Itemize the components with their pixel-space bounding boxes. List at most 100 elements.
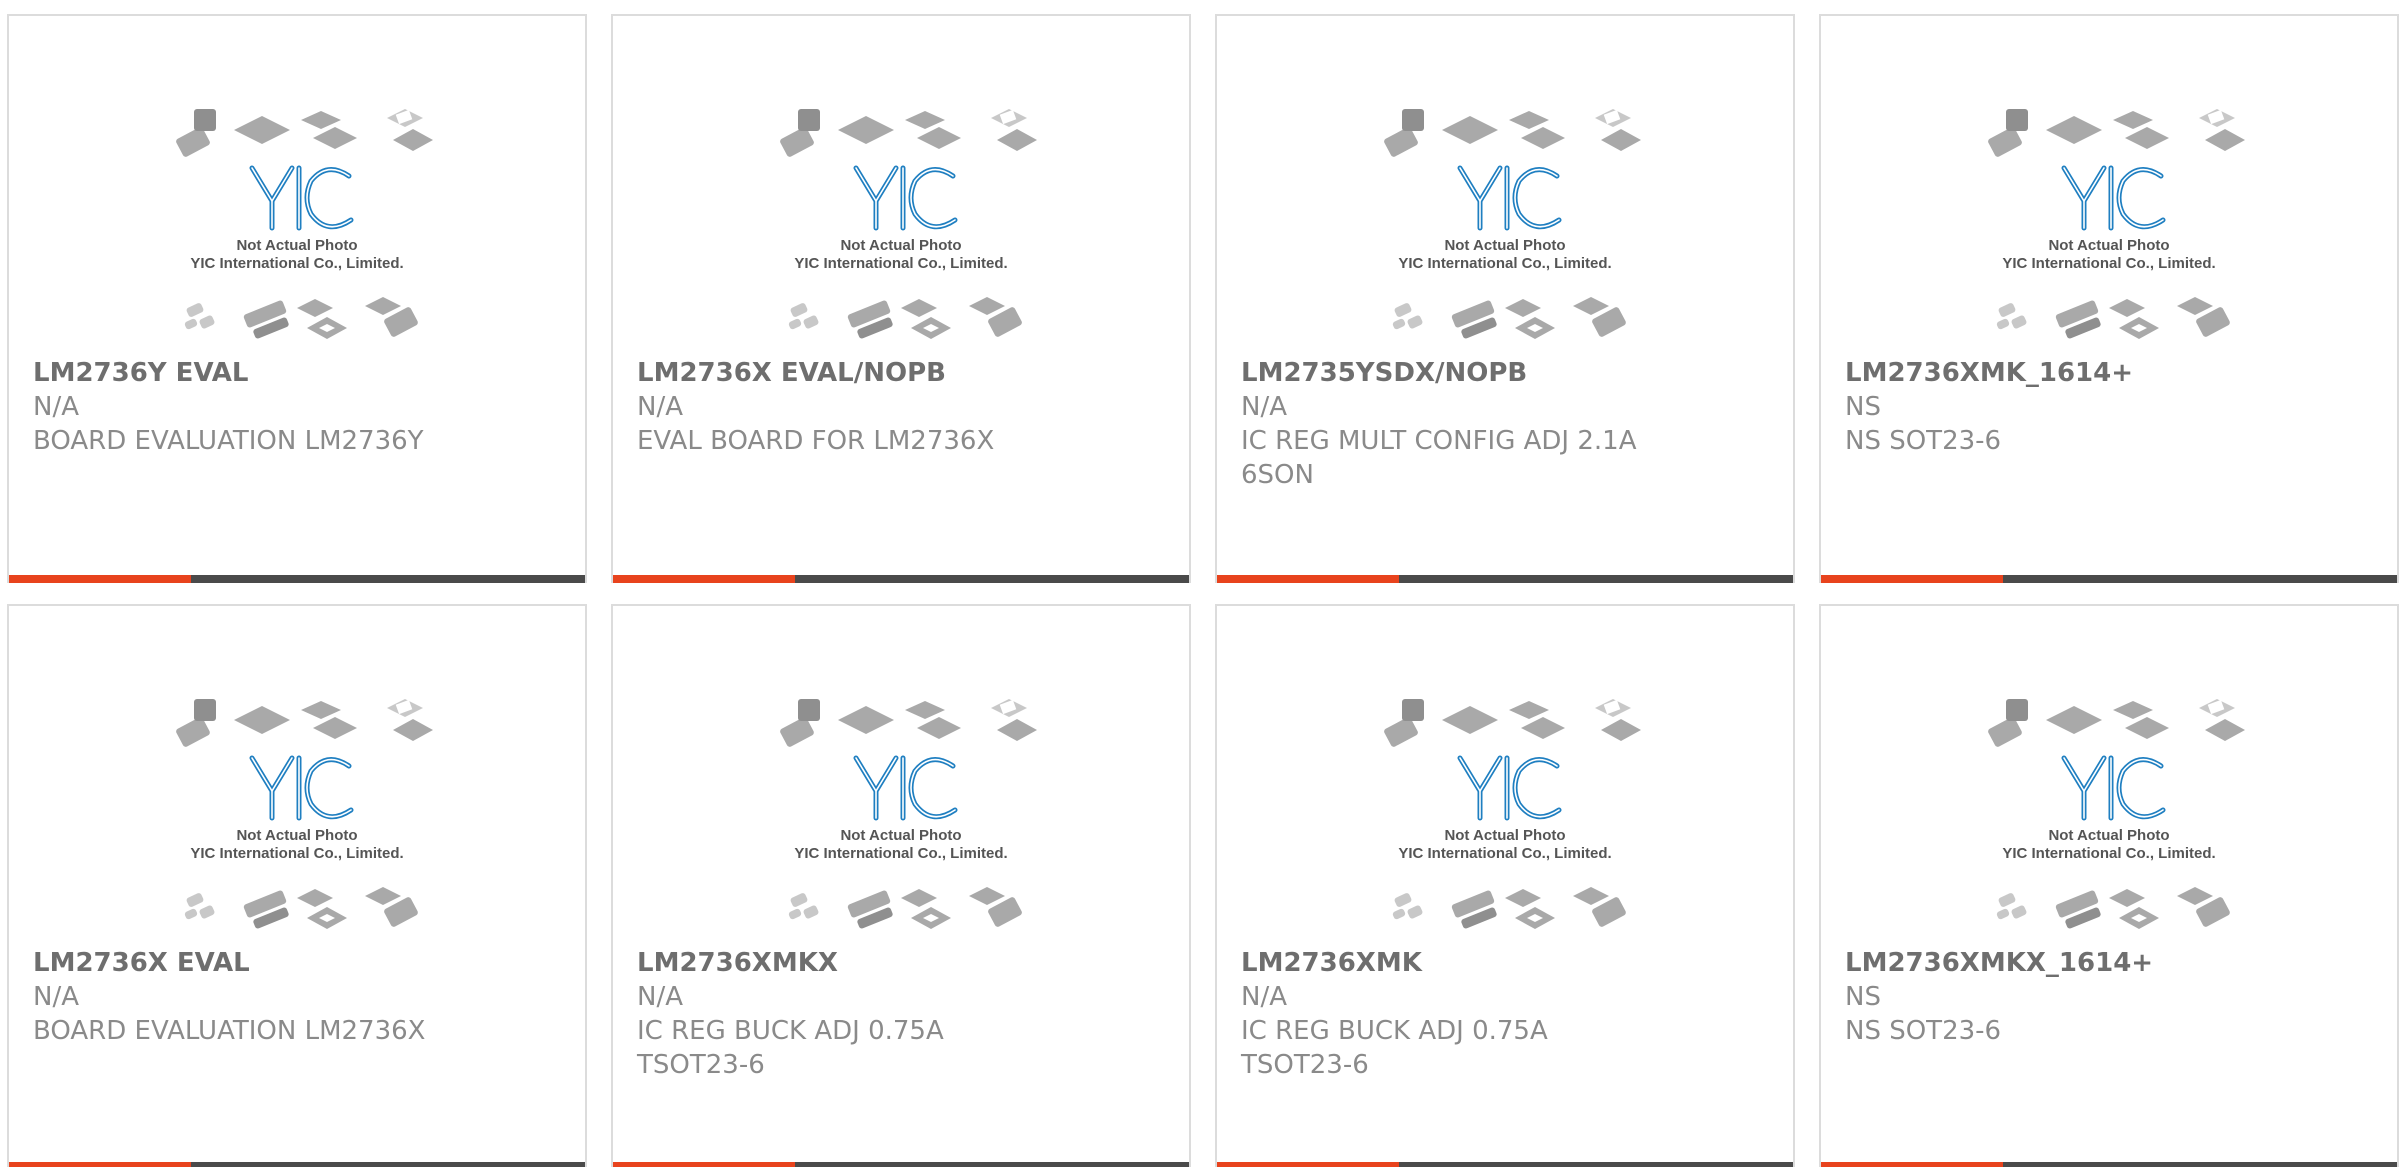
description: BOARD EVALUATION LM2736Y: [33, 426, 424, 456]
chip-icon: [1601, 719, 1641, 741]
product-info: LM2736X EVAL/NOPB N/A EVAL BOARD FOR LM2…: [637, 356, 1057, 458]
part-number[interactable]: LM2736XMK_1614+: [1845, 356, 2265, 390]
chip-icon: [393, 719, 433, 741]
product-image-placeholder[interactable]: Not Actual Photo YIC International Co., L…: [613, 16, 1189, 346]
yic-logo-icon: [853, 165, 958, 231]
part-number[interactable]: LM2736X EVAL/NOPB: [637, 356, 1057, 390]
product-card[interactable]: Not Actual Photo YIC International Co., L…: [7, 14, 587, 583]
chip-icon: [2205, 129, 2245, 151]
chip-icon: [2011, 905, 2027, 919]
component-icons-top: [780, 109, 1037, 157]
chip-icon: [194, 109, 216, 131]
manufacturer: N/A: [33, 392, 79, 422]
product-image-placeholder[interactable]: Not Actual Photo YIC International Co., L…: [1217, 606, 1793, 936]
chip-icon: [790, 893, 808, 907]
chip-icon: [788, 318, 802, 330]
product-card[interactable]: Not Actual Photo YIC International Co., L…: [1819, 14, 2399, 583]
manufacturer: N/A: [1241, 392, 1287, 422]
component-icons-top: [1988, 699, 2245, 747]
product-image-placeholder[interactable]: Not Actual Photo YIC International Co., L…: [1821, 606, 2397, 936]
placeholder-artwork: Not Actual PhotoYIC International Co., L…: [1384, 699, 1641, 929]
placeholder-caption-1: Not Actual Photo: [840, 237, 961, 254]
chip-icon: [184, 908, 198, 920]
chip-icon: [788, 908, 802, 920]
yic-logo-icon: [2061, 165, 2166, 231]
description: NS SOT23-6: [1845, 426, 2002, 456]
component-icons-top: [1384, 109, 1641, 157]
chip-icon: [2125, 717, 2169, 739]
component-icons-bottom: [1392, 887, 1626, 929]
product-image-placeholder[interactable]: Not Actual Photo YIC International Co., L…: [613, 606, 1189, 936]
chip-icon: [1996, 908, 2010, 920]
chip-icon: [1998, 893, 2016, 907]
component-icons-bottom: [184, 887, 418, 929]
manufacturer: N/A: [33, 982, 79, 1012]
chip-icon: [2109, 299, 2145, 317]
chip-icon: [803, 315, 819, 329]
chip-icon: [2006, 699, 2028, 721]
chip-icon: [2109, 889, 2145, 907]
chip-icon: [838, 116, 894, 144]
chip-icon: [1601, 129, 1641, 151]
chip-icon: [186, 303, 204, 317]
chip-icon: [194, 699, 216, 721]
placeholder-caption-1: Not Actual Photo: [1444, 827, 1565, 844]
chip-icon: [297, 889, 333, 907]
part-number[interactable]: LM2736XMK: [1241, 946, 1661, 980]
chip-icon: [2205, 719, 2245, 741]
chip-icon: [901, 299, 937, 317]
product-card[interactable]: Not Actual Photo YIC International Co., L…: [1215, 14, 1795, 583]
component-icons-bottom: [788, 887, 1022, 929]
product-card[interactable]: Not Actual Photo YIC International Co., L…: [1819, 604, 2399, 1167]
product-card[interactable]: Not Actual Photo YIC International Co., L…: [611, 604, 1191, 1167]
chip-icon: [1573, 297, 1609, 315]
yic-logo-icon: [2061, 755, 2166, 821]
placeholder-caption-2: YIC International Co., Limited.: [794, 255, 1007, 272]
chip-icon: [798, 699, 820, 721]
description: IC REG BUCK ADJ 0.75A TSOT23-6: [1241, 1016, 1548, 1080]
chip-icon: [1402, 109, 1424, 131]
chip-icon: [1521, 127, 1565, 149]
product-info: LM2735YSDX/NOPB N/A IC REG MULT CONFIG A…: [1241, 356, 1661, 492]
part-number[interactable]: LM2736Y EVAL: [33, 356, 453, 390]
chip-icon: [2046, 116, 2102, 144]
part-number[interactable]: LM2736XMKX_1614+: [1845, 946, 2265, 980]
placeholder-caption-1: Not Actual Photo: [2048, 237, 2169, 254]
product-card[interactable]: Not Actual Photo YIC International Co., L…: [1215, 604, 1795, 1167]
yic-logo-icon: [1457, 755, 1562, 821]
product-image-placeholder[interactable]: Not Actual Photo YIC International Co., L…: [1821, 16, 2397, 346]
chip-icon: [1505, 889, 1541, 907]
chip-icon: [905, 111, 945, 129]
product-image-placeholder[interactable]: Not Actual Photo YIC International Co., L…: [9, 16, 585, 346]
yic-logo-icon: [1457, 165, 1562, 231]
chip-icon: [234, 116, 290, 144]
component-icons-top: [176, 109, 433, 157]
product-info: LM2736XMKX_1614+ NS NS SOT23-6: [1845, 946, 2265, 1048]
chip-icon: [1505, 299, 1541, 317]
component-icons-bottom: [788, 297, 1022, 339]
product-info: LM2736Y EVAL N/A BOARD EVALUATION LM2736…: [33, 356, 453, 458]
chip-icon: [790, 303, 808, 317]
product-card[interactable]: Not Actual Photo YIC International Co., L…: [7, 604, 587, 1167]
placeholder-caption-1: Not Actual Photo: [1444, 237, 1565, 254]
component-icons-top: [176, 699, 433, 747]
component-icons-top: [1384, 699, 1641, 747]
chip-icon: [1402, 699, 1424, 721]
product-card[interactable]: Not Actual Photo YIC International Co., L…: [611, 14, 1191, 583]
chip-icon: [1509, 111, 1549, 129]
manufacturer: NS: [1845, 392, 1881, 422]
chip-icon: [2177, 887, 2213, 905]
chip-icon: [2125, 127, 2169, 149]
product-image-placeholder[interactable]: Not Actual Photo YIC International Co., L…: [1217, 16, 1793, 346]
chip-icon: [2113, 701, 2153, 719]
placeholder-caption-2: YIC International Co., Limited.: [794, 845, 1007, 862]
part-number[interactable]: LM2735YSDX/NOPB: [1241, 356, 1661, 390]
chip-icon: [798, 109, 820, 131]
part-number[interactable]: LM2736X EVAL: [33, 946, 453, 980]
part-number[interactable]: LM2736XMKX: [637, 946, 1057, 980]
yic-logo-icon: [853, 755, 958, 821]
product-image-placeholder[interactable]: Not Actual Photo YIC International Co., L…: [9, 606, 585, 936]
placeholder-caption-2: YIC International Co., Limited.: [2002, 255, 2215, 272]
component-icons-bottom: [1996, 297, 2230, 339]
product-info: LM2736XMKX N/A IC REG BUCK ADJ 0.75A TSO…: [637, 946, 1057, 1082]
